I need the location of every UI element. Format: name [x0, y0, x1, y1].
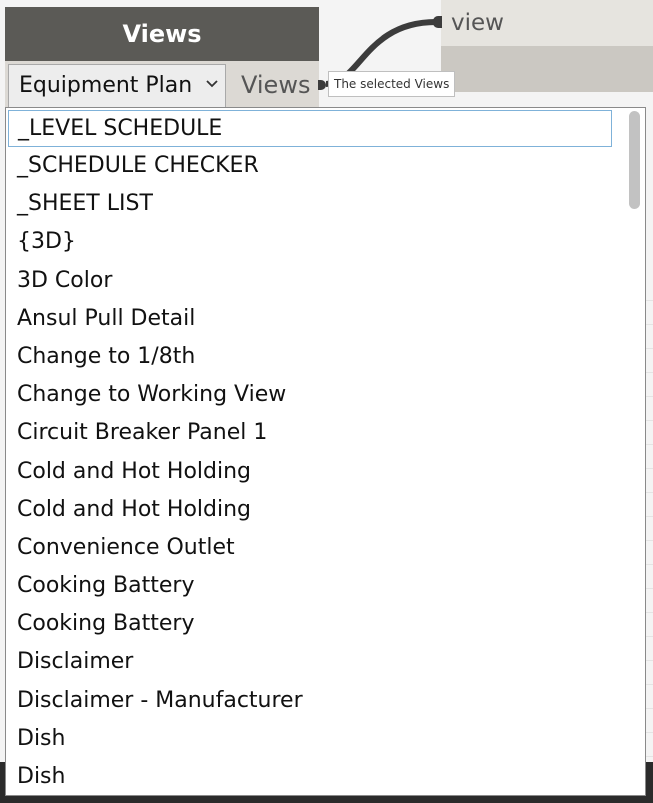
dropdown-option[interactable]: _SHEET LIST	[6, 185, 622, 223]
dropdown-option[interactable]: Change to Working View	[6, 376, 622, 414]
dropdown-option[interactable]: {3D}	[6, 223, 622, 261]
view-node-label: view	[451, 10, 504, 36]
views-dropdown-value: Equipment Plan	[19, 73, 193, 98]
dropdown-option[interactable]: _SCHEDULE CHECKER	[6, 147, 622, 185]
dropdown-option[interactable]: Cold and Hot Holding	[6, 453, 622, 491]
views-node-title: Views	[122, 20, 202, 48]
dropdown-option[interactable]: Dish	[6, 720, 622, 758]
views-dropdown-list[interactable]: _LEVEL SCHEDULE _SCHEDULE CHECKER _SHEET…	[5, 107, 646, 796]
dropdown-option[interactable]: 3D Color	[6, 262, 622, 300]
dropdown-option[interactable]: Change to 1/8th	[6, 338, 622, 376]
view-node-header[interactable]: view	[441, 0, 653, 46]
chevron-down-icon[interactable]	[205, 77, 219, 91]
dropdown-option-list: _LEVEL SCHEDULE _SCHEDULE CHECKER _SHEET…	[6, 108, 622, 795]
dropdown-option[interactable]: Disclaimer - Manufacturer	[6, 682, 622, 720]
input-port-icon[interactable]	[433, 16, 442, 28]
dropdown-option[interactable]: Cold and Hot Holding	[6, 491, 622, 529]
views-node-body: Equipment Plan Views	[5, 61, 319, 109]
dropdown-option[interactable]: Circuit Breaker Panel 1	[6, 414, 622, 452]
dropdown-scrollbar[interactable]	[621, 108, 645, 795]
views-dropdown[interactable]: Equipment Plan	[8, 64, 226, 108]
view-node[interactable]: view	[441, 0, 653, 92]
dropdown-option[interactable]: Ansul Pull Detail	[6, 300, 622, 338]
dropdown-option[interactable]: _LEVEL SCHEDULE	[8, 110, 612, 147]
views-node[interactable]: Views Equipment Plan Views	[5, 7, 319, 109]
dropdown-option[interactable]: Convenience Outlet	[6, 529, 622, 567]
port-tooltip: The selected Views	[328, 71, 456, 97]
output-port-views[interactable]: Views	[229, 61, 319, 109]
dropdown-option[interactable]: Cooking Battery	[6, 567, 622, 605]
dropdown-option[interactable]: Disclaimer	[6, 643, 622, 681]
dropdown-option[interactable]: Cooking Battery	[6, 605, 622, 643]
dropdown-option[interactable]: Dish	[6, 758, 622, 795]
scrollbar-thumb[interactable]	[629, 111, 640, 209]
